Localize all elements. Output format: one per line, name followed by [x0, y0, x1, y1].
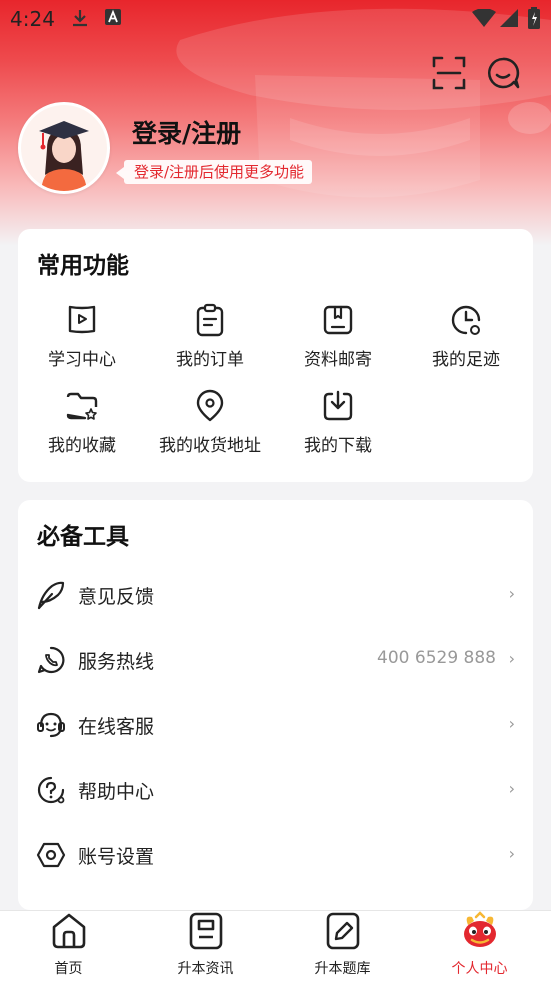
func-label: 我的订单	[176, 350, 244, 370]
common-functions-card: 常用功能 学习中心 我的订单 资料邮寄 我的足迹 我的收藏 我的收货地址 我的下…	[18, 229, 533, 482]
tool-label: 在线客服	[78, 716, 155, 738]
star-folder-icon	[66, 392, 98, 420]
news-icon	[189, 912, 222, 950]
essential-tools-card: 必备工具 意见反馈 › 服务热线 400 6529 888 › 在线客服 › 帮…	[18, 500, 533, 910]
tool-row-hotline[interactable]: 服务热线 400 6529 888 ›	[18, 629, 533, 694]
download-icon	[73, 10, 87, 27]
login-register-title[interactable]: 登录/注册	[132, 114, 241, 150]
tool-label: 服务热线	[78, 651, 155, 673]
bottom-navigation: 首页 升本资讯 升本题库 个人中心	[0, 910, 551, 981]
tool-label: 账号设置	[78, 846, 155, 868]
avatar-graduate-icon	[21, 105, 107, 191]
chevron-right-icon: ›	[508, 714, 515, 733]
nav-question-bank[interactable]: 升本题库	[274, 911, 411, 981]
mascot-icon	[463, 911, 496, 947]
nav-news[interactable]: 升本资讯	[137, 911, 274, 981]
hotline-number: 400 6529 888	[377, 648, 496, 668]
common-functions-title: 常用功能	[37, 253, 129, 279]
tool-label: 意见反馈	[78, 586, 155, 608]
signal-icon	[500, 9, 518, 27]
tool-row-help-center[interactable]: 帮助中心 ›	[18, 759, 533, 824]
history-clock-icon	[451, 305, 481, 335]
nav-home[interactable]: 首页	[0, 911, 137, 981]
chevron-right-icon: ›	[508, 844, 515, 863]
hexagon-settings-icon	[36, 842, 66, 868]
help-icon	[37, 776, 65, 804]
scan-icon[interactable]	[432, 56, 466, 90]
func-label: 我的收藏	[48, 436, 116, 456]
func-my-address[interactable]: 我的收货地址	[146, 389, 274, 456]
func-label: 资料邮寄	[304, 350, 372, 370]
a-notification-icon	[105, 9, 121, 25]
func-label: 我的下载	[304, 436, 372, 456]
nav-label: 升本资讯	[177, 961, 234, 977]
tool-row-account-settings[interactable]: 账号设置 ›	[18, 824, 533, 889]
video-book-icon	[68, 305, 96, 334]
clipboard-icon	[196, 303, 224, 337]
tool-row-online-service[interactable]: 在线客服 ›	[18, 694, 533, 759]
phone-icon	[37, 646, 65, 674]
func-learning-center[interactable]: 学习中心	[18, 303, 146, 370]
func-label: 我的收货地址	[159, 436, 261, 456]
func-label: 我的足迹	[432, 350, 500, 370]
func-my-favorites[interactable]: 我的收藏	[18, 389, 146, 456]
nav-label: 个人中心	[451, 961, 508, 977]
avatar[interactable]	[18, 102, 110, 194]
message-icon[interactable]	[486, 56, 520, 90]
chevron-right-icon: ›	[508, 649, 515, 668]
func-my-footprint[interactable]: 我的足迹	[402, 303, 530, 370]
home-icon	[52, 913, 85, 949]
login-hint-badge: 登录/注册后使用更多功能	[115, 160, 313, 184]
tool-label: 帮助中心	[78, 781, 155, 803]
battery-icon	[528, 7, 540, 29]
chevron-right-icon: ›	[508, 584, 515, 603]
service-face-icon	[37, 712, 65, 738]
feather-icon	[37, 581, 65, 610]
edit-icon	[326, 912, 359, 950]
nav-label: 升本题库	[314, 961, 371, 977]
func-label: 学习中心	[48, 350, 116, 370]
status-time: 4:24	[10, 7, 55, 31]
func-material-mailing[interactable]: 资料邮寄	[274, 303, 402, 370]
nav-label: 首页	[54, 961, 83, 977]
location-pin-icon	[196, 389, 224, 422]
download-box-icon	[323, 390, 353, 421]
wifi-icon	[472, 9, 496, 27]
status-bar: 4:24	[0, 0, 551, 40]
func-my-downloads[interactable]: 我的下载	[274, 389, 402, 456]
essential-tools-title: 必备工具	[37, 524, 129, 550]
tool-row-feedback[interactable]: 意见反馈 ›	[18, 564, 533, 629]
nav-personal-center[interactable]: 个人中心	[411, 911, 548, 981]
mail-box-icon	[323, 305, 353, 335]
chevron-right-icon: ›	[508, 779, 515, 798]
func-my-orders[interactable]: 我的订单	[146, 303, 274, 370]
